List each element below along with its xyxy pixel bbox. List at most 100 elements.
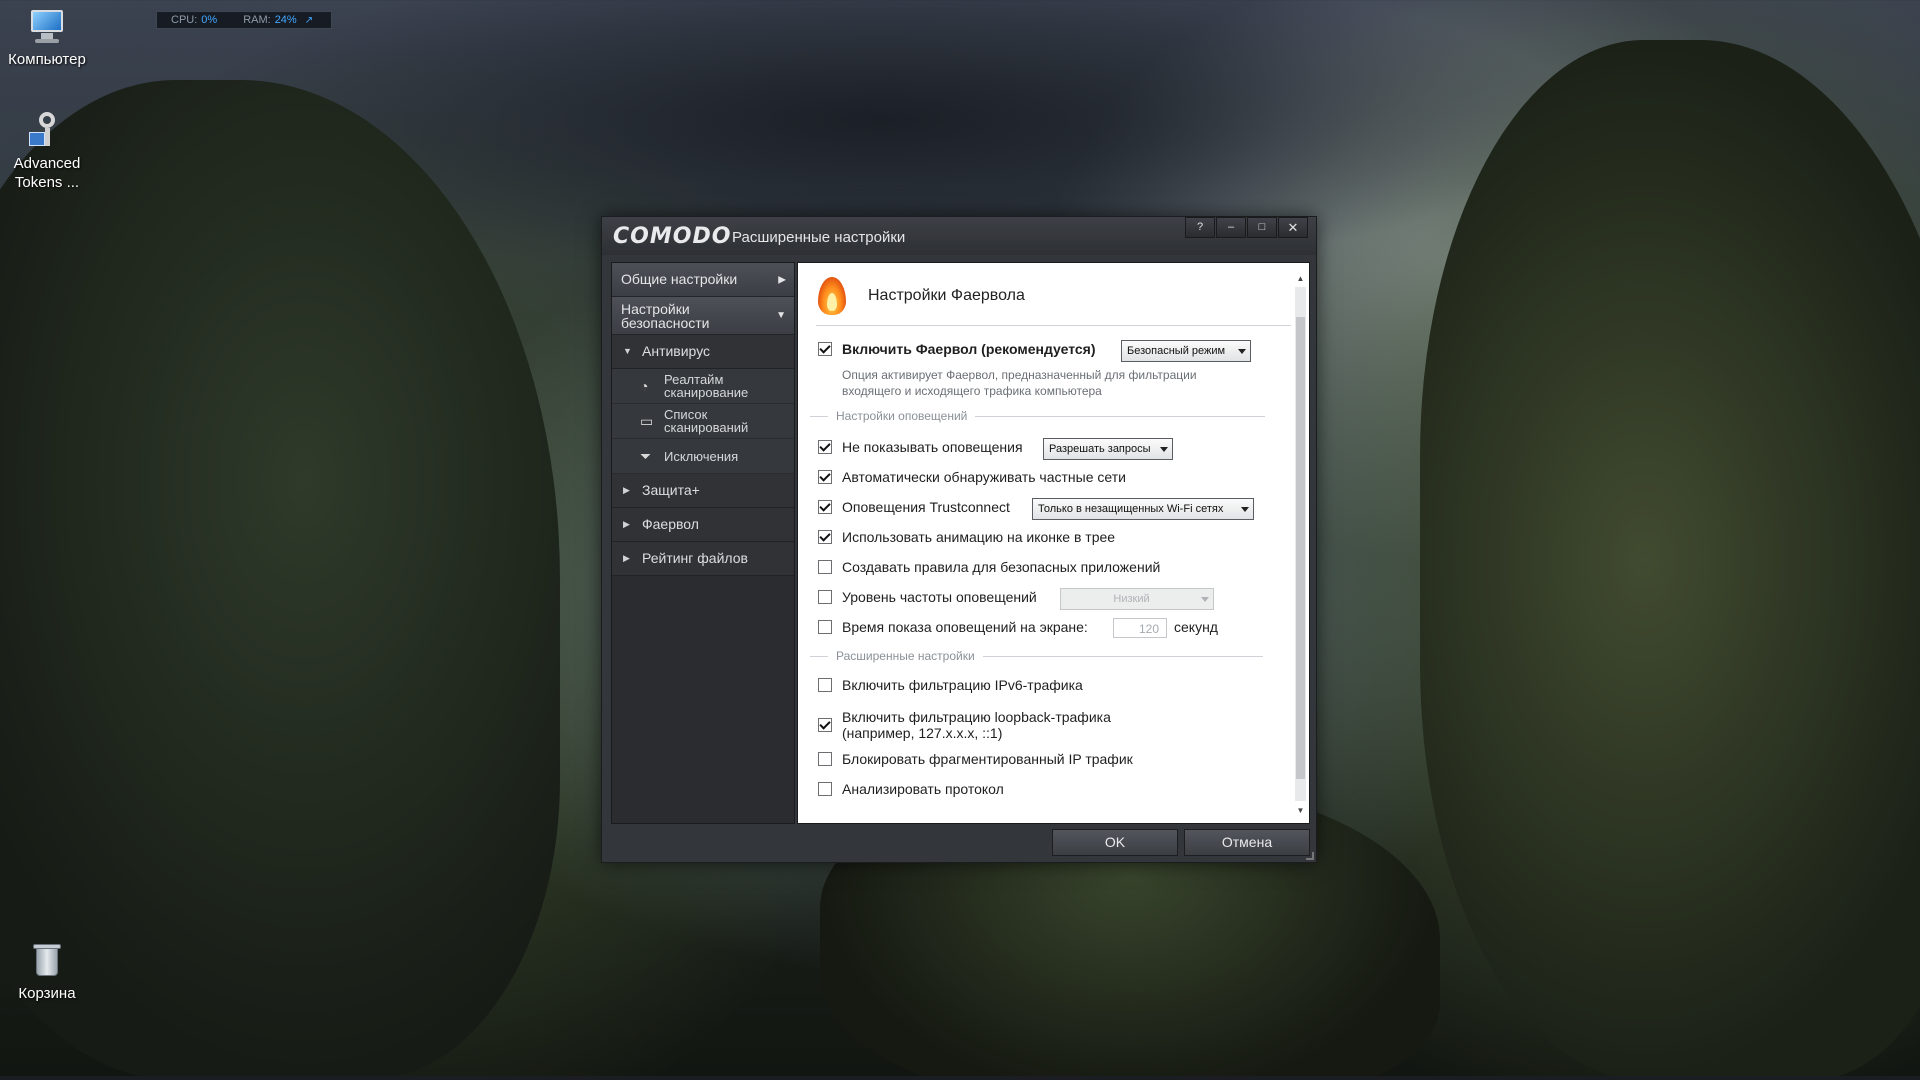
recycle-bin-icon	[27, 940, 67, 980]
help-button[interactable]: ?	[1185, 217, 1215, 238]
resize-grip-icon[interactable]	[1306, 852, 1314, 860]
nav-label: Список сканирований	[664, 407, 749, 435]
trustconnect-label: Оповещения Trustconnect	[842, 499, 1010, 515]
enable-firewall-row: Включить Фаервол (рекомендуется)	[818, 341, 1096, 357]
loopback-filter-checkbox[interactable]	[818, 718, 832, 732]
ok-button[interactable]: OK	[1052, 829, 1178, 856]
ipv6-filter-label: Включить фильтрацию IPv6-трафика	[842, 677, 1083, 693]
nav-label: Исключения	[664, 449, 739, 464]
enable-firewall-checkbox[interactable]	[818, 342, 832, 356]
desktop-icon-recycle-bin[interactable]: Корзина	[2, 940, 92, 1003]
panel-title: Настройки Фаервола	[868, 287, 1025, 304]
trustconnect-dropdown[interactable]: Только в незащищенных Wi-Fi сетях	[1032, 498, 1254, 520]
maximize-button[interactable]: □	[1247, 217, 1277, 238]
enable-firewall-label: Включить Фаервол (рекомендуется)	[842, 341, 1096, 357]
scroll-up-arrow-icon[interactable]: ▲	[1295, 273, 1306, 285]
system-monitor-widget[interactable]: CPU: 0% RAM: 24% ↗	[156, 11, 332, 29]
ram-value: 24%	[274, 14, 297, 26]
nav-security-settings[interactable]: Настройки безопасности ▼	[612, 297, 794, 335]
trustconnect-row: Оповещения Trustconnect	[818, 499, 1010, 515]
desktop-icon-advanced-tokens[interactable]: Advanced Tokens ...	[2, 110, 92, 192]
firewall-settings-panel: Настройки Фаервола Включить Фаервол (рек…	[797, 262, 1310, 824]
alert-time-unit: секунд	[1174, 619, 1218, 635]
protocol-analysis-row: Анализировать протокол	[818, 781, 1004, 797]
firewall-mode-dropdown[interactable]: Безопасный режим	[1121, 340, 1251, 362]
loopback-filter-row: Включить фильтрацию loopback-трафика (на…	[818, 709, 1111, 741]
nav-item-exclusions[interactable]: ⏷ Исключения	[612, 439, 794, 474]
nav-label: Рейтинг файлов	[642, 550, 748, 566]
no-alerts-row: Не показывать оповещения	[818, 439, 1023, 455]
auto-detect-label: Автоматически обнаруживать частные сети	[842, 469, 1126, 485]
collapsed-triangle-icon: ▶	[623, 519, 630, 529]
fragmented-ip-checkbox[interactable]	[818, 752, 832, 766]
alerts-action-dropdown[interactable]: Разрешать запросы	[1043, 438, 1173, 460]
auto-detect-checkbox[interactable]	[818, 470, 832, 484]
ram-label: RAM:	[243, 14, 271, 26]
expand-arrow-icon[interactable]: ↗	[305, 15, 313, 26]
chevron-down-icon: ▼	[776, 309, 786, 321]
ipv6-filter-row: Включить фильтрацию IPv6-трафика	[818, 677, 1083, 693]
alert-frequency-row: Уровень частоты оповещений	[818, 589, 1037, 605]
alert-frequency-checkbox[interactable]	[818, 590, 832, 604]
fragmented-ip-row: Блокировать фрагментированный IP трафик	[818, 751, 1133, 767]
nav-general-settings[interactable]: Общие настройки ▶	[612, 263, 794, 297]
expanded-triangle-icon: ▼	[623, 346, 632, 356]
firewall-flame-icon	[818, 277, 846, 315]
alert-time-row: Время показа оповещений на экране:	[818, 619, 1088, 635]
collapsed-triangle-icon: ▶	[623, 553, 630, 563]
loopback-filter-example: (например, 127.x.x.x, ::1)	[842, 725, 1003, 741]
window-title: Расширенные настройки	[732, 229, 906, 246]
fragmented-ip-label: Блокировать фрагментированный IP трафик	[842, 751, 1133, 767]
scroll-track[interactable]	[1295, 287, 1306, 801]
auto-detect-row: Автоматически обнаруживать частные сети	[818, 469, 1126, 485]
alert-time-checkbox[interactable]	[818, 620, 832, 634]
loopback-filter-text: Включить фильтрацию loopback-трафика (на…	[842, 709, 1111, 741]
safe-app-rules-checkbox[interactable]	[818, 560, 832, 574]
safe-app-rules-row: Создавать правила для безопасных приложе…	[818, 559, 1160, 575]
nav-item-file-rating[interactable]: ▶ Рейтинг файлов	[612, 542, 794, 576]
ipv6-filter-checkbox[interactable]	[818, 678, 832, 692]
trustconnect-checkbox[interactable]	[818, 500, 832, 514]
cancel-button[interactable]: Отмена	[1184, 829, 1310, 856]
nav-label: Антивирус	[642, 343, 711, 359]
realtime-scan-icon: ◔	[640, 378, 649, 394]
alert-frequency-label: Уровень частоты оповещений	[842, 589, 1037, 605]
collapsed-triangle-icon: ▶	[623, 485, 630, 495]
tray-animation-checkbox[interactable]	[818, 530, 832, 544]
vertical-scrollbar[interactable]: ▲ ▼	[1295, 273, 1306, 817]
wallpaper-cliff-right	[1420, 40, 1920, 1080]
scroll-down-arrow-icon[interactable]: ▼	[1295, 805, 1306, 817]
alert-time-input[interactable]: 120	[1113, 618, 1167, 638]
wallpaper-cliff-left	[0, 80, 560, 1080]
nav-item-defense-plus[interactable]: ▶ Защита+	[612, 474, 794, 508]
nav-label: Общие настройки	[621, 271, 738, 287]
settings-nav: Общие настройки ▶ Настройки безопасности…	[611, 262, 795, 824]
nav-item-firewall[interactable]: ▶ Фаервол	[612, 508, 794, 542]
enable-firewall-description: Опция активирует Фаервол, предназначенны…	[842, 368, 1197, 398]
safe-app-rules-label: Создавать правила для безопасных приложе…	[842, 559, 1161, 575]
filter-icon: ⏷	[640, 448, 652, 464]
chevron-right-icon: ▶	[778, 274, 786, 285]
nav-label: Защита+	[642, 482, 700, 498]
minimize-button[interactable]: –	[1216, 217, 1246, 238]
desktop-icon-computer[interactable]: Компьютер	[2, 6, 92, 69]
alert-frequency-dropdown[interactable]: Низкий	[1060, 588, 1214, 610]
scroll-thumb[interactable]	[1296, 317, 1305, 779]
no-alerts-checkbox[interactable]	[818, 440, 832, 454]
no-alerts-label: Не показывать оповещения	[842, 439, 1023, 455]
cpu-label: CPU:	[171, 14, 198, 26]
protocol-analysis-checkbox[interactable]	[818, 782, 832, 796]
key-icon	[27, 110, 67, 150]
title-bar[interactable]: COMODO Расширенные настройки ? – □ ✕	[602, 217, 1316, 255]
nav-item-realtime-scan[interactable]: ◔ Реалтайм сканирование	[612, 369, 794, 404]
close-button[interactable]: ✕	[1278, 217, 1308, 238]
divider	[816, 325, 1291, 326]
nav-item-scan-list[interactable]: ▭ Список сканирований	[612, 404, 794, 439]
loopback-filter-label: Включить фильтрацию loopback-трафика	[842, 709, 1111, 725]
protocol-analysis-label: Анализировать протокол	[842, 781, 1004, 797]
nav-item-antivirus[interactable]: ▼ Антивирус	[612, 335, 794, 369]
section-alert-settings: Настройки оповещений	[810, 409, 1280, 423]
comodo-advanced-settings-window: COMODO Расширенные настройки ? – □ ✕ Общ…	[601, 216, 1317, 863]
section-label: Расширенные настройки	[836, 649, 975, 663]
monitor-icon: ▭	[640, 413, 654, 429]
